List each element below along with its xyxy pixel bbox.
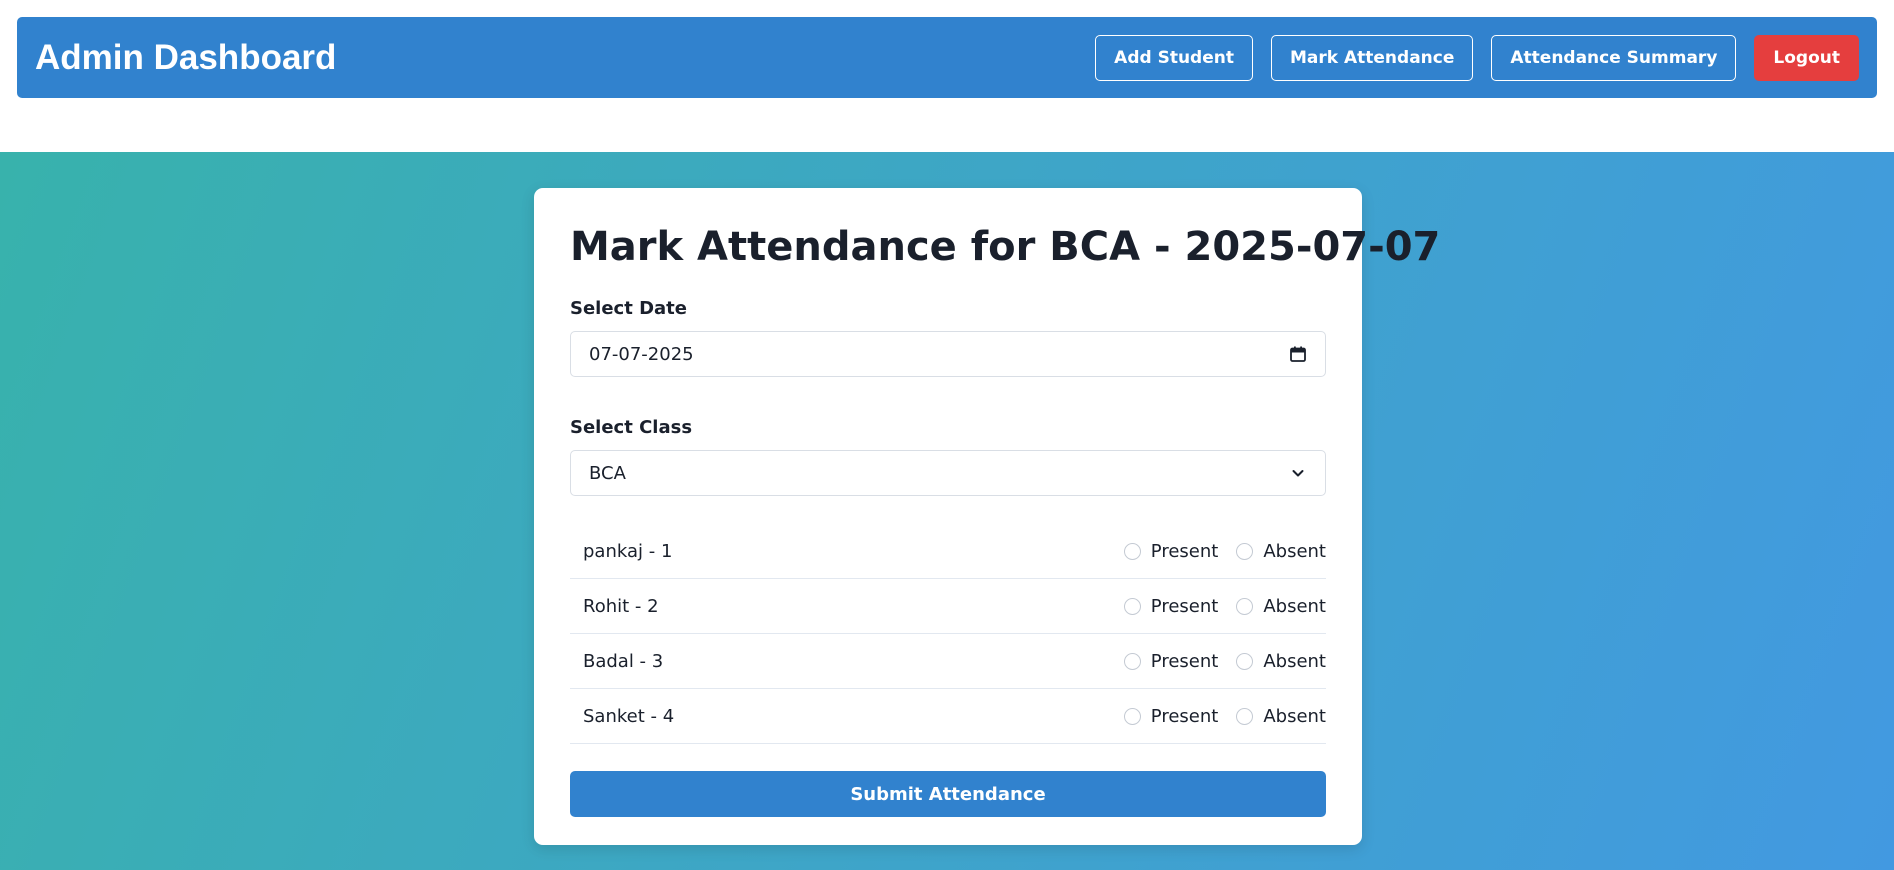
absent-option[interactable]: Absent: [1236, 706, 1326, 727]
present-label: Present: [1150, 540, 1219, 562]
absent-option[interactable]: Absent: [1236, 541, 1326, 562]
date-label: Select Date: [570, 298, 687, 319]
attendance-options: Present Absent: [1123, 705, 1326, 727]
main-background: Mark Attendance for BCA - 2025-07-07 Sel…: [0, 152, 1894, 870]
absent-radio[interactable]: [1236, 707, 1254, 725]
attendance-options: Present Absent: [1123, 650, 1326, 672]
date-value: 07-07-2025: [589, 343, 694, 365]
present-radio[interactable]: [1123, 597, 1141, 615]
class-select[interactable]: BCA: [570, 450, 1326, 496]
class-label: Select Class: [570, 417, 693, 438]
absent-label: Absent: [1263, 705, 1326, 727]
calendar-icon[interactable]: [1289, 345, 1307, 363]
attendance-summary-button[interactable]: Attendance Summary: [1491, 34, 1737, 81]
attendance-options: Present Absent: [1123, 540, 1326, 562]
present-option[interactable]: Present: [1123, 705, 1219, 727]
chevron-down-icon: [1289, 464, 1307, 482]
class-value: BCA: [589, 462, 626, 484]
student-name: Sanket - 4: [583, 705, 675, 727]
present-radio[interactable]: [1123, 652, 1141, 670]
class-field-group: Select Class BCA: [570, 417, 1326, 496]
present-option[interactable]: Present: [1123, 650, 1219, 672]
student-row: Rohit - 2 Present Absent: [570, 579, 1326, 634]
student-row: Badal - 3 Present Absent: [570, 634, 1326, 689]
absent-option[interactable]: Absent: [1236, 596, 1326, 617]
absent-label: Absent: [1263, 595, 1326, 617]
submit-attendance-button[interactable]: Submit Attendance: [570, 771, 1326, 817]
absent-label: Absent: [1263, 650, 1326, 672]
absent-label: Absent: [1263, 540, 1326, 562]
absent-radio[interactable]: [1236, 597, 1254, 615]
app-title: Admin Dashboard: [35, 37, 337, 77]
student-list: pankaj - 1 Present Absent Rohit - 2 Pres…: [570, 524, 1326, 744]
student-name: Badal - 3: [583, 650, 664, 672]
present-label: Present: [1150, 705, 1219, 727]
date-field-group: Select Date 07-07-2025: [570, 298, 1326, 377]
top-navbar: Admin Dashboard Add Student Mark Attenda…: [17, 17, 1877, 98]
logout-button[interactable]: Logout: [1754, 34, 1859, 81]
student-row: pankaj - 1 Present Absent: [570, 524, 1326, 579]
mark-attendance-button[interactable]: Mark Attendance: [1270, 34, 1474, 81]
student-name: Rohit - 2: [583, 595, 659, 617]
nav-actions: Add Student Mark Attendance Attendance S…: [1095, 34, 1859, 81]
present-option[interactable]: Present: [1123, 595, 1219, 617]
attendance-options: Present Absent: [1123, 595, 1326, 617]
absent-option[interactable]: Absent: [1236, 651, 1326, 672]
present-radio[interactable]: [1123, 542, 1141, 560]
attendance-card: Mark Attendance for BCA - 2025-07-07 Sel…: [534, 188, 1441, 845]
date-input[interactable]: 07-07-2025: [570, 331, 1326, 377]
add-student-button[interactable]: Add Student: [1095, 34, 1253, 81]
present-label: Present: [1150, 595, 1219, 617]
page-title: Mark Attendance for BCA - 2025-07-07: [570, 224, 1441, 270]
present-label: Present: [1150, 650, 1219, 672]
absent-radio[interactable]: [1236, 652, 1254, 670]
present-option[interactable]: Present: [1123, 540, 1219, 562]
present-radio[interactable]: [1123, 707, 1141, 725]
student-name: pankaj - 1: [583, 540, 673, 562]
absent-radio[interactable]: [1236, 542, 1254, 560]
student-row: Sanket - 4 Present Absent: [570, 689, 1326, 744]
